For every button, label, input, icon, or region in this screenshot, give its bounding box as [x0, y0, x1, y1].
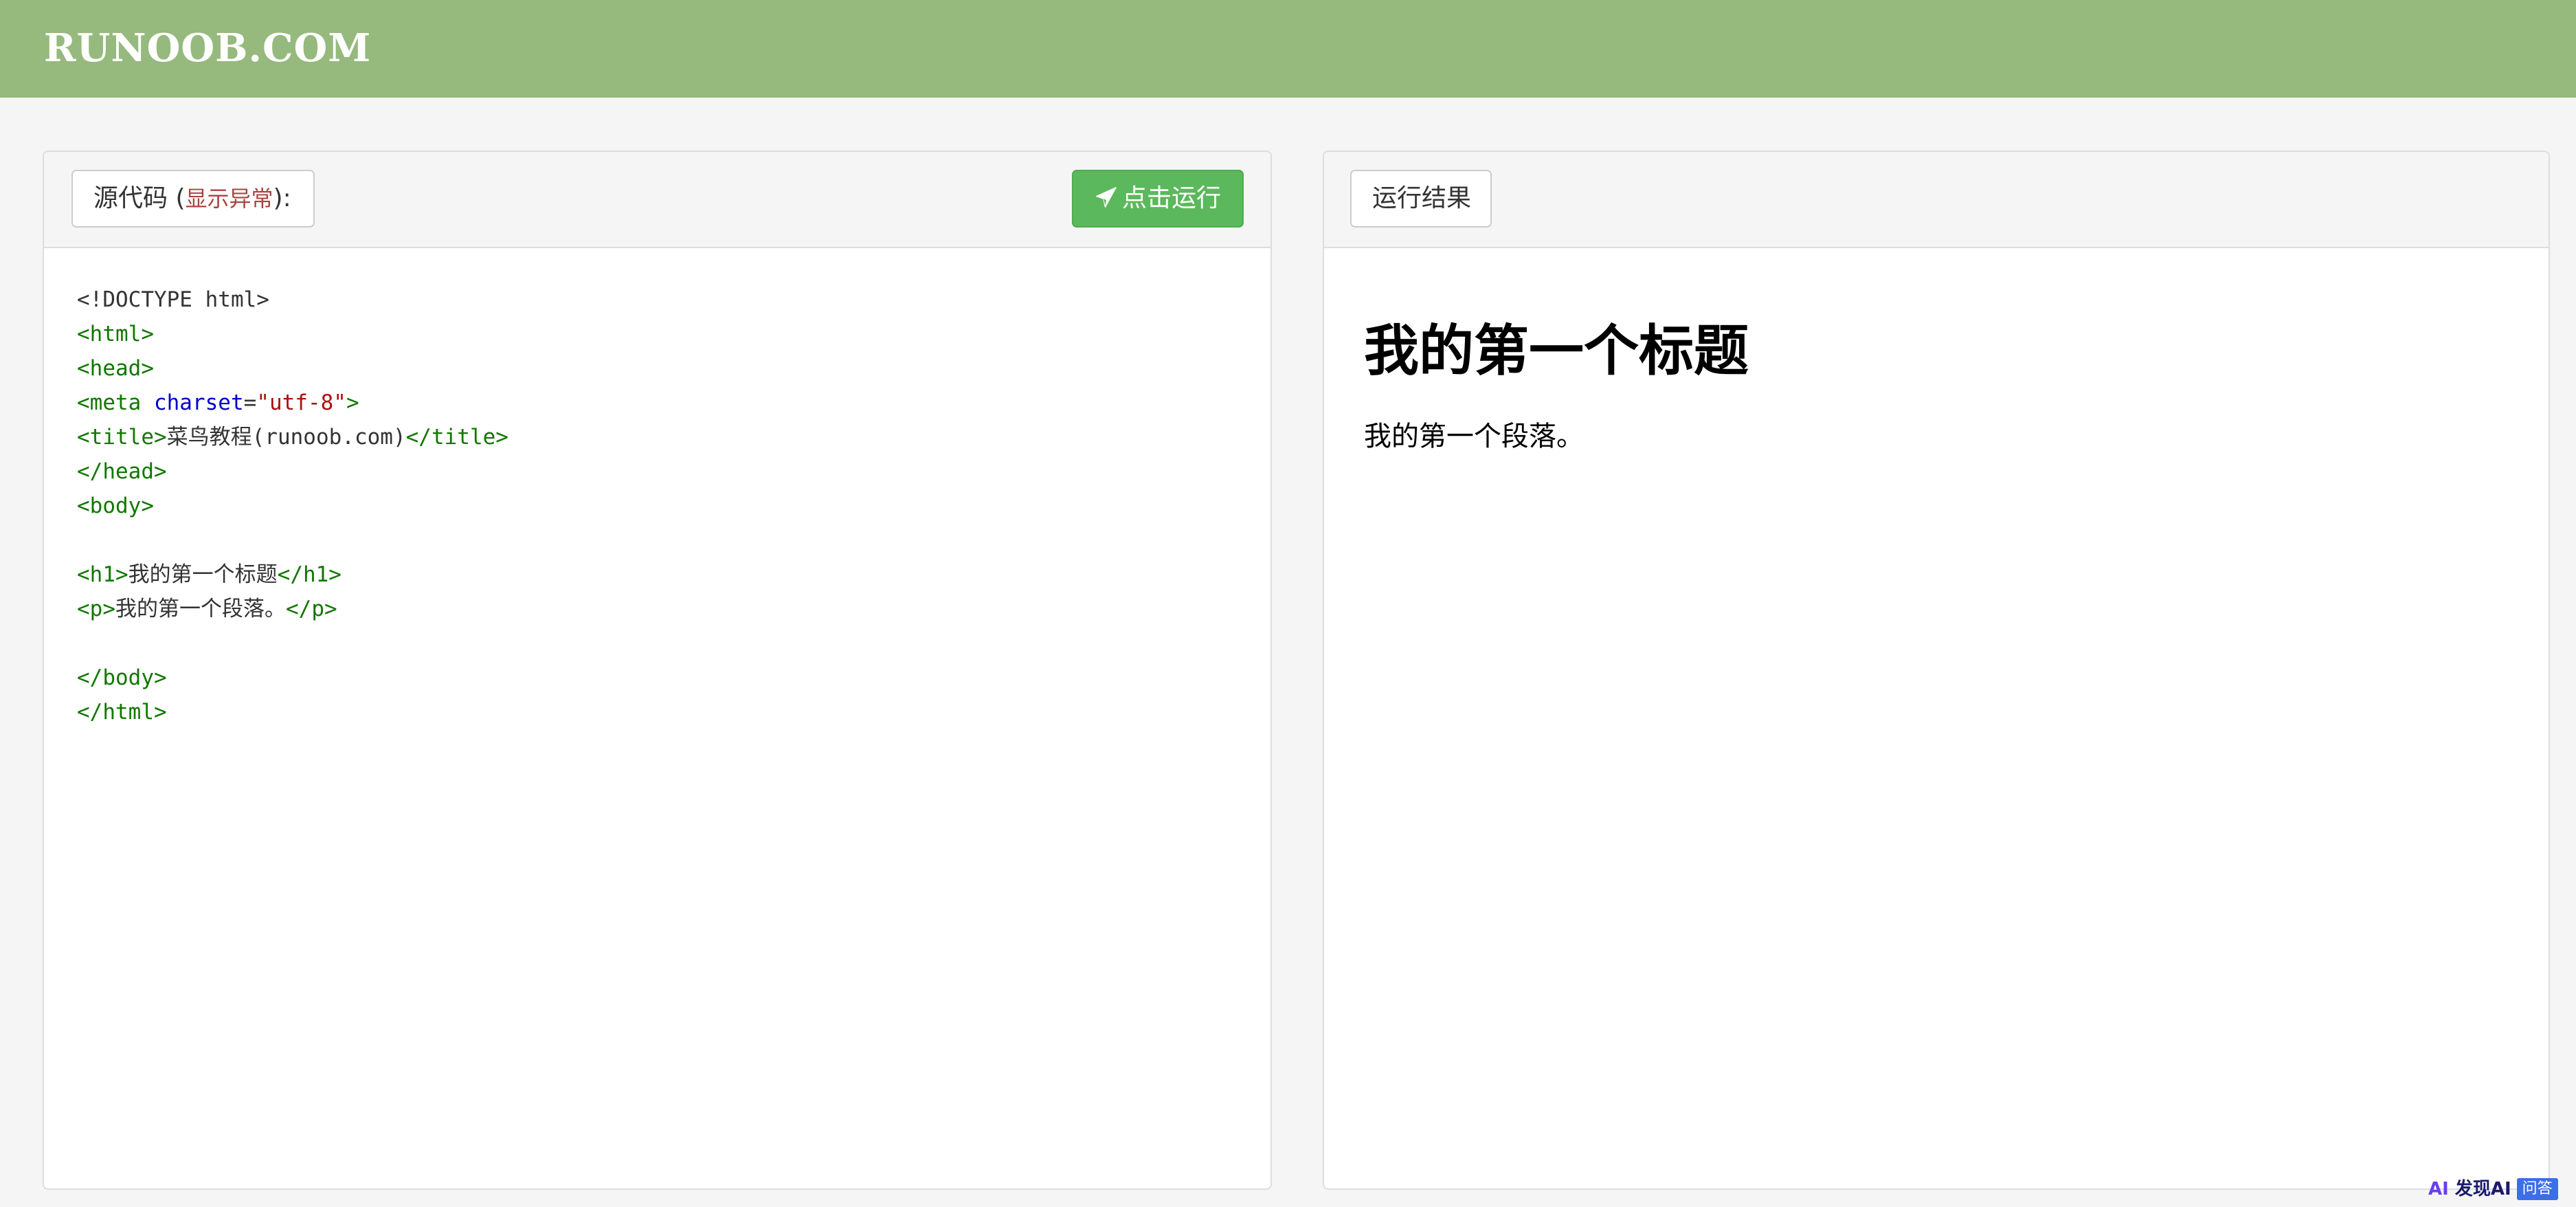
code-editor[interactable]: <!DOCTYPE html> <html> <head> <meta charset…: [77, 283, 508, 729]
code-token: (runoob.com): [251, 425, 406, 450]
result-label: 运行结果: [1350, 170, 1492, 228]
top-header-bar: RUNOOB.COM: [0, 0, 2576, 98]
code-line: <h1>我的第一个标题</h1>: [77, 557, 508, 592]
code-line: <title>菜鸟教程(runoob.com)</title>: [77, 420, 508, 454]
display-error-link[interactable]: 显示异常: [186, 186, 273, 212]
code-token: >: [346, 390, 359, 415]
ai-logo-mark: AI: [2428, 1179, 2449, 1199]
code-token: <h1>: [77, 562, 128, 587]
code-line: </html>: [77, 695, 508, 729]
site-logo[interactable]: RUNOOB.COM: [44, 21, 371, 76]
ai-logo-text: 发现AI: [2454, 1179, 2511, 1199]
run-code-button[interactable]: 点击运行: [1072, 170, 1244, 228]
qa-tag: 问答: [2516, 1178, 2558, 1200]
code-token: "utf-8": [256, 390, 346, 415]
code-line: <html>: [77, 317, 508, 351]
code-token: </html>: [77, 700, 167, 724]
code-line: <body>: [77, 489, 508, 523]
result-panel-header: 运行结果: [1324, 152, 2549, 248]
ai-logo: AI 发现AI: [2428, 1175, 2511, 1203]
code-token: =: [243, 390, 257, 415]
code-token: <meta: [77, 390, 154, 415]
code-token: <html>: [77, 322, 154, 346]
code-token: <p>: [77, 597, 115, 621]
code-token: 菜鸟教程: [166, 425, 252, 450]
code-token: <body>: [77, 494, 154, 518]
run-button-label: 点击运行: [1121, 184, 1221, 212]
source-code-label: 源代码 (显示异常):: [71, 170, 315, 228]
code-token: </head>: [77, 459, 167, 484]
code-token: <head>: [77, 356, 154, 381]
source-code-title: 源代码: [93, 184, 168, 212]
code-line: <head>: [77, 351, 508, 386]
code-line: </head>: [77, 454, 508, 489]
source-panel-header: 源代码 (显示异常): 点击运行: [44, 152, 1270, 248]
error-close-paren: ):: [273, 184, 291, 212]
code-token: charset: [153, 390, 244, 415]
code-line: <!DOCTYPE html>: [77, 283, 508, 317]
error-open-paren: (: [168, 184, 186, 212]
code-token: </p>: [286, 597, 337, 621]
code-token: 我的第一个标题: [128, 562, 278, 587]
result-heading: 我的第一个标题: [1364, 319, 1749, 383]
code-token: <!DOCTYPE html>: [77, 287, 269, 312]
code-token: </h1>: [277, 562, 341, 587]
code-token: </body>: [77, 665, 167, 690]
code-token: <title>: [77, 425, 167, 450]
ai-qa-badge[interactable]: AI 发现AI 问答: [2428, 1175, 2558, 1203]
code-line: <p>我的第一个段落。</p>: [77, 592, 508, 626]
code-token: </title>: [405, 425, 508, 450]
result-paragraph: 我的第一个段落。: [1364, 421, 1584, 452]
result-panel: 运行结果 我的第一个标题 我的第一个段落。: [1323, 151, 2550, 1190]
code-line: </body>: [77, 661, 508, 695]
code-token: 我的第一个段落。: [115, 597, 286, 621]
code-line: <meta charset="utf-8">: [77, 386, 508, 420]
paper-plane-icon: [1096, 187, 1117, 208]
source-code-panel: 源代码 (显示异常): 点击运行 <!DOCTYPE html> <html> <h…: [43, 151, 1272, 1190]
